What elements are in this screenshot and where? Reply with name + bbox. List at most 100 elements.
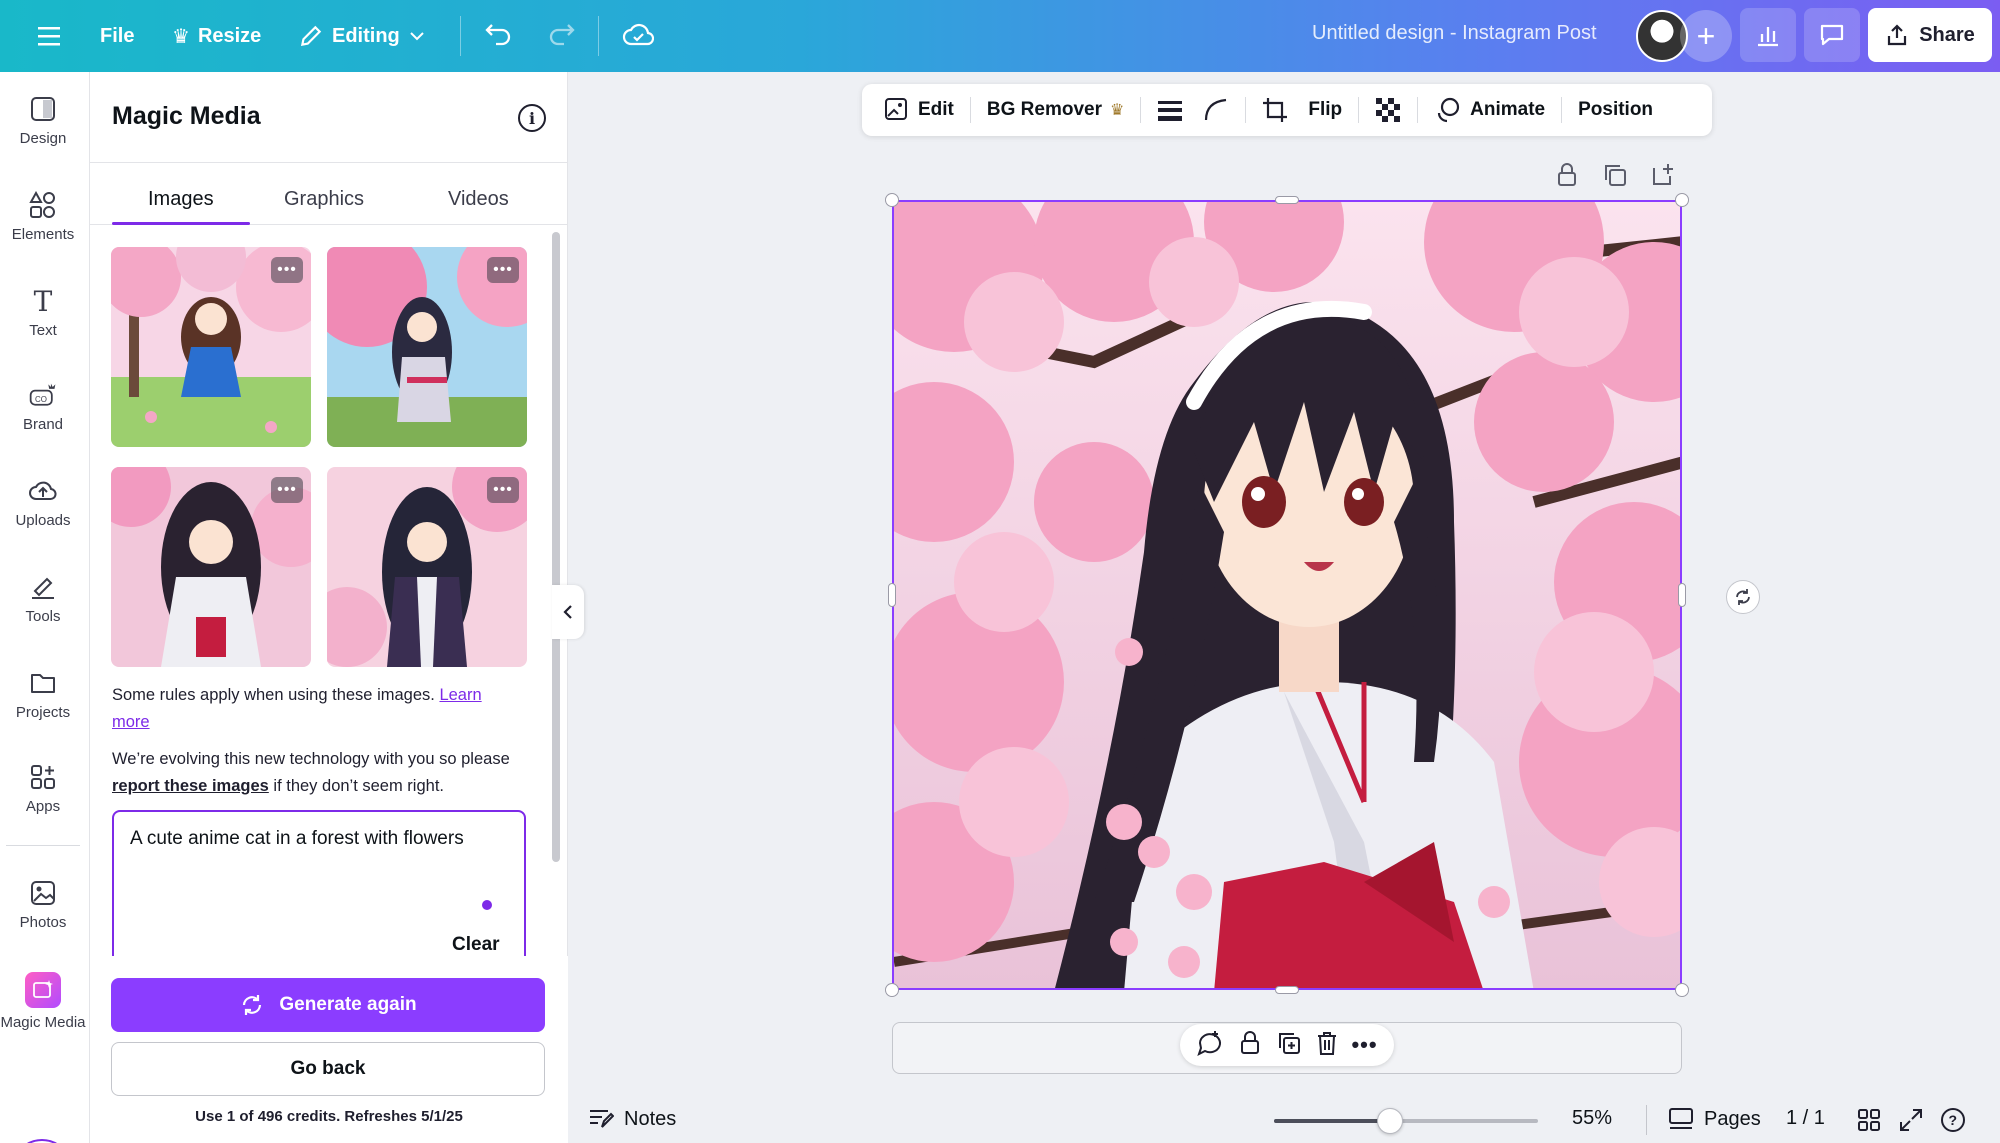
menu-icon[interactable] [26, 12, 76, 60]
tools-icon [28, 572, 58, 602]
more-options-icon[interactable]: ••• [271, 257, 303, 283]
rail-item-apps[interactable]: Apps [0, 762, 86, 815]
fullscreen-icon[interactable] [1898, 1107, 1924, 1133]
panel-scrollbar[interactable] [552, 232, 560, 862]
rail-item-projects[interactable]: Projects [0, 668, 86, 721]
rail-label-photos: Photos [19, 914, 67, 931]
lock-icon[interactable] [1237, 1030, 1263, 1061]
animate-button[interactable]: Animate [1424, 90, 1555, 130]
resize-handle-top-left[interactable] [885, 193, 899, 207]
collapse-panel-button[interactable] [552, 585, 584, 639]
info-icon[interactable]: i [518, 104, 546, 132]
tab-graphics[interactable]: Graphics [284, 188, 364, 211]
generated-image-2[interactable]: ••• [327, 247, 527, 447]
generated-image-3[interactable]: ••• [111, 467, 311, 667]
zoom-slider[interactable] [1274, 1108, 1538, 1134]
analytics-button[interactable] [1740, 8, 1796, 62]
help-icon[interactable]: ? [1940, 1107, 1966, 1133]
share-button[interactable]: Share [1868, 8, 1992, 62]
notes-button[interactable]: Notes [588, 1107, 676, 1131]
grid-view-icon[interactable] [1856, 1107, 1882, 1133]
refresh-icon [243, 995, 262, 1015]
comments-button[interactable] [1804, 8, 1860, 62]
rail-label-magic-media: Magic Media [0, 1014, 86, 1031]
tab-videos[interactable]: Videos [448, 188, 509, 211]
rail-label-text: Text [29, 322, 57, 339]
resize-handle-right[interactable] [1678, 583, 1686, 607]
comment-icon [1820, 24, 1844, 46]
cloud-saved-icon[interactable] [622, 20, 655, 55]
zoom-slider-thumb[interactable] [1377, 1108, 1404, 1134]
rail-item-magic-media[interactable]: Magic Media [0, 972, 86, 1031]
notes-icon [590, 1110, 614, 1128]
position-label: Position [1578, 99, 1654, 120]
crown-icon: ♛ [172, 25, 190, 48]
add-collaborator-button[interactable]: + [1680, 10, 1732, 62]
undo-icon[interactable] [484, 20, 514, 55]
design-canvas-image[interactable] [892, 200, 1682, 990]
file-menu[interactable]: File [88, 12, 146, 60]
zoom-level[interactable]: 55% [1572, 1107, 1612, 1130]
design-title[interactable]: Untitled design - Instagram Post [1312, 22, 1597, 45]
edit-image-icon [885, 98, 907, 120]
apps-icon [28, 762, 58, 792]
transparency-button[interactable] [1365, 90, 1411, 130]
toolbar-divider [598, 16, 599, 56]
editing-mode-button[interactable]: Editing [286, 12, 438, 60]
add-comment-icon[interactable] [1196, 1029, 1224, 1062]
resize-handle-left[interactable] [888, 583, 896, 607]
top-bar: File ♛ Resize Editing Untitled design - … [0, 0, 2000, 72]
generate-again-label: Generate again [279, 994, 417, 1015]
rotate-icon [1736, 589, 1750, 605]
report-images-link[interactable]: report these images [112, 777, 269, 795]
duplicate-icon[interactable] [1602, 162, 1628, 188]
resize-handle-bottom[interactable] [1275, 986, 1299, 994]
rail-item-elements[interactable]: Elements [0, 190, 86, 243]
go-back-button[interactable]: Go back [111, 1042, 545, 1096]
redo-icon[interactable] [546, 20, 576, 55]
rail-item-tools[interactable]: Tools [0, 572, 86, 625]
more-icon[interactable]: ••• [1351, 1032, 1377, 1058]
bg-remover-button[interactable]: BG Remover ♛ [977, 90, 1134, 130]
position-button[interactable]: Position [1568, 90, 1663, 130]
lock-icon[interactable] [1554, 162, 1580, 188]
resize-handle-top[interactable] [1275, 196, 1299, 204]
rotate-handle[interactable] [1726, 580, 1760, 614]
corner-rounding-button[interactable] [1193, 90, 1239, 130]
prompt-textarea[interactable]: A cute anime cat in a forest with flower… [112, 810, 526, 970]
flip-button[interactable]: Flip [1298, 90, 1352, 130]
trash-icon[interactable] [1315, 1030, 1339, 1061]
more-options-icon[interactable]: ••• [271, 477, 303, 503]
rail-item-text[interactable]: T Text [0, 285, 86, 340]
border-style-button[interactable] [1147, 90, 1193, 130]
chevron-down-icon [410, 32, 424, 41]
crop-button[interactable] [1252, 90, 1298, 130]
duplicate-icon[interactable] [1276, 1030, 1302, 1061]
animate-icon [1438, 97, 1460, 123]
rail-item-brand[interactable]: CO Brand [0, 380, 86, 433]
pages-button[interactable]: Pages [1668, 1107, 1761, 1131]
more-options-icon[interactable]: ••• [487, 257, 519, 283]
resize-handle-bottom-left[interactable] [885, 983, 899, 997]
add-page-icon[interactable] [1650, 162, 1676, 188]
feedback-note-text: We’re evolving this new technology with … [112, 750, 510, 768]
tab-images[interactable]: Images [148, 188, 214, 211]
rail-item-uploads[interactable]: Uploads [0, 476, 86, 529]
resize-handle-top-right[interactable] [1675, 193, 1689, 207]
clear-button[interactable]: Clear [452, 934, 500, 956]
feedback-note: We’re evolving this new technology with … [112, 746, 522, 800]
rail-item-design[interactable]: Design [0, 94, 86, 147]
magic-assistant-button[interactable] [12, 1139, 72, 1143]
more-options-icon[interactable]: ••• [487, 477, 519, 503]
generated-image-1[interactable]: ••• [111, 247, 311, 447]
generated-image-4[interactable]: ••• [327, 467, 527, 667]
rail-label-projects: Projects [15, 704, 71, 721]
edit-label: Edit [918, 99, 954, 120]
rail-item-photos[interactable]: Photos [0, 878, 86, 931]
left-rail: Design Elements T Text CO Brand Uploads … [0, 72, 90, 1143]
resize-handle-bottom-right[interactable] [1675, 983, 1689, 997]
edit-image-button[interactable]: Edit [874, 90, 964, 130]
resize-button[interactable]: ♛ Resize [160, 12, 273, 60]
generate-again-button[interactable]: Generate again [111, 978, 545, 1032]
rail-label-elements: Elements [11, 226, 75, 243]
